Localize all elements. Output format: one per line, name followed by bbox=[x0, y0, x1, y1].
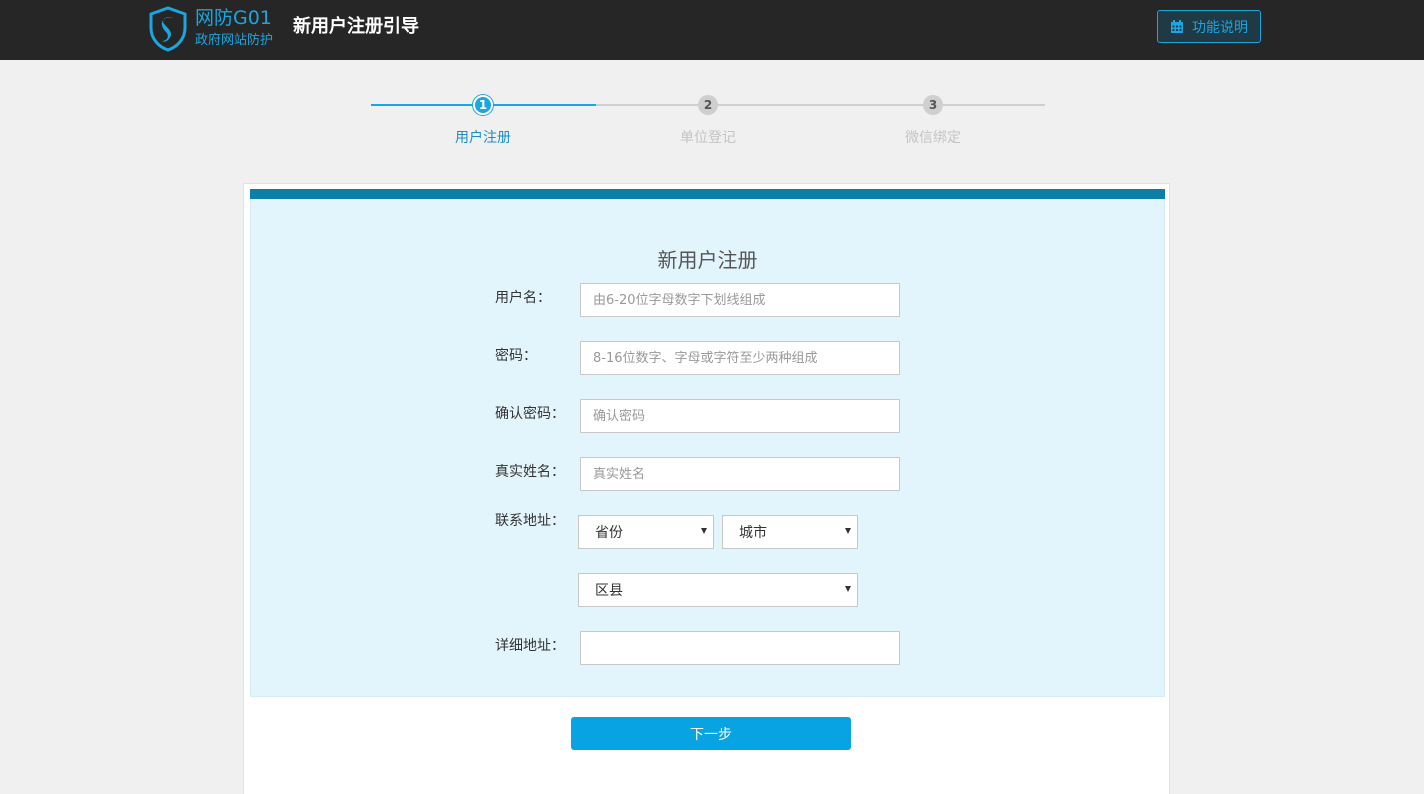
page-title: 新用户注册引导 bbox=[293, 16, 419, 37]
next-step-button[interactable]: 下一步 bbox=[571, 717, 851, 750]
step-1-label: 用户注册 bbox=[455, 130, 511, 146]
card-accent-bar bbox=[250, 189, 1165, 199]
address-label: 联系地址： bbox=[495, 513, 565, 529]
step-1-marker: 1 bbox=[473, 95, 493, 115]
detail-address-input[interactable] bbox=[580, 631, 900, 665]
calendar-icon bbox=[1171, 19, 1183, 33]
username-input[interactable] bbox=[580, 283, 900, 317]
registration-card: 新用户注册 用户名： 密码： 确认密码： 真实姓名： 联系地址： 省份 城市 区… bbox=[243, 183, 1170, 794]
shield-logo-icon bbox=[149, 6, 187, 52]
username-label: 用户名： bbox=[495, 290, 551, 306]
stepper-line-pending bbox=[596, 104, 1045, 106]
district-select[interactable]: 区县 bbox=[578, 573, 858, 607]
district-select-value: 区县 bbox=[595, 583, 623, 599]
confirm-password-label: 确认密码： bbox=[495, 406, 565, 422]
step-2-marker: 2 bbox=[698, 95, 718, 115]
city-select[interactable]: 城市 bbox=[722, 515, 858, 549]
progress-stepper: 1 2 3 用户注册 单位登记 微信绑定 bbox=[371, 92, 1045, 152]
real-name-input[interactable] bbox=[580, 457, 900, 491]
chevron-down-icon bbox=[845, 586, 851, 592]
step-3-marker: 3 bbox=[923, 95, 943, 115]
feature-help-button[interactable]: 功能说明 bbox=[1157, 10, 1261, 43]
top-navbar: 网防G01 政府网站防护 新用户注册引导 功能说明 bbox=[0, 0, 1424, 60]
brand-name: 网防G01 bbox=[195, 7, 272, 29]
province-select-value: 省份 bbox=[595, 525, 623, 541]
city-select-value: 城市 bbox=[739, 525, 767, 541]
step-2-label: 单位登记 bbox=[680, 130, 736, 146]
detail-address-label: 详细地址： bbox=[495, 638, 565, 654]
step-3-label: 微信绑定 bbox=[905, 130, 961, 146]
password-label: 密码： bbox=[495, 348, 537, 364]
chevron-down-icon bbox=[845, 528, 851, 534]
real-name-label: 真实姓名： bbox=[495, 464, 565, 480]
feature-help-label: 功能说明 bbox=[1192, 19, 1248, 36]
chevron-down-icon bbox=[701, 528, 707, 534]
form-title: 新用户注册 bbox=[657, 248, 758, 272]
province-select[interactable]: 省份 bbox=[578, 515, 714, 549]
confirm-password-input[interactable] bbox=[580, 399, 900, 433]
registration-form: 新用户注册 用户名： 密码： 确认密码： 真实姓名： 联系地址： 省份 城市 区… bbox=[250, 199, 1165, 697]
password-input[interactable] bbox=[580, 341, 900, 375]
brand-subtitle: 政府网站防护 bbox=[195, 33, 274, 48]
